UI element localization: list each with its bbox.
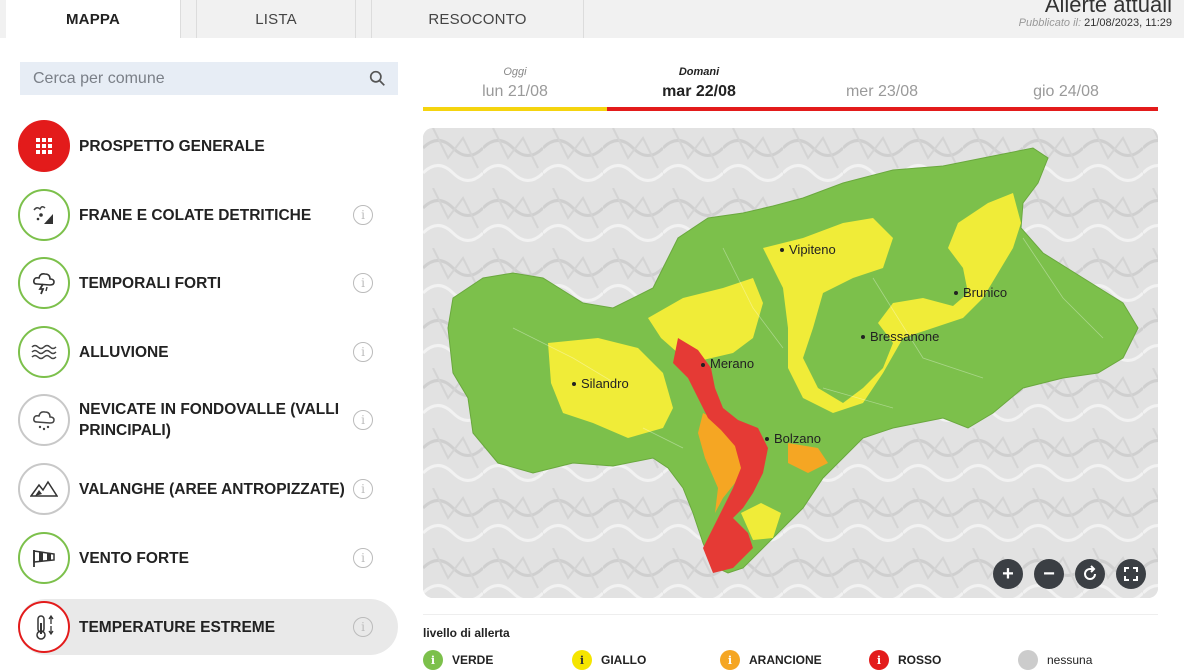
info-icon: i	[720, 650, 740, 670]
day-tab-thu[interactable]: gio 24/08	[976, 66, 1156, 101]
avalanche-icon	[18, 463, 70, 515]
day-level-bar-tomorrow	[607, 107, 791, 111]
category-label: ALLUVIONE	[79, 343, 169, 361]
grid-icon	[18, 120, 70, 172]
legend-title: livello di allerta	[423, 626, 510, 640]
place-label: Silandro	[581, 376, 629, 391]
thunderstorm-icon	[18, 257, 70, 309]
tab-resoconto[interactable]: RESOCONTO	[371, 0, 584, 38]
top-bar: MAPPA LISTA RESOCONTO	[0, 0, 1184, 38]
legend-item-rosso: i ROSSO	[869, 650, 941, 670]
day-level-bar-wed	[791, 107, 975, 111]
info-icon: i	[572, 650, 592, 670]
day-tab-today[interactable]: Oggi lun 21/08	[425, 66, 605, 101]
day-date: mar 22/08	[662, 83, 736, 100]
category-vento[interactable]: VENTO FORTE i	[18, 530, 398, 586]
place-label: Brunico	[963, 285, 1007, 300]
place-label: Merano	[710, 356, 754, 371]
day-sub-label	[792, 66, 972, 80]
published-label: Pubblicato il:	[1018, 17, 1082, 29]
landslide-icon	[18, 189, 70, 241]
category-label: VALANGHE (AREE ANTROPIZZATE)	[79, 480, 345, 498]
legend-item-giallo: i GIALLO	[572, 650, 646, 670]
day-date: lun 21/08	[482, 83, 548, 100]
zoom-in-icon[interactable]: +	[993, 559, 1023, 589]
map-canvas: Vipiteno Brunico Bressanone Merano Silan…	[423, 128, 1158, 598]
legend-item-nessuna: nessuna	[1018, 650, 1092, 670]
published-value: 21/08/2023, 11:29	[1084, 17, 1172, 29]
category-temporali[interactable]: TEMPORALI FORTI i	[18, 255, 398, 311]
info-icon[interactable]: i	[353, 205, 373, 225]
legend-label: ROSSO	[898, 653, 942, 667]
none-icon	[1018, 650, 1038, 670]
thermometer-icon	[18, 601, 70, 653]
flood-icon	[18, 326, 70, 378]
snowfall-icon	[18, 394, 70, 446]
category-nevicate[interactable]: NEVICATE IN FONDOVALLE (VALLI PRINCIPALI…	[18, 392, 398, 448]
legend-label: GIALLO	[601, 653, 647, 667]
day-sub-label: Domani	[678, 66, 720, 78]
day-sub-label: Oggi	[503, 66, 527, 78]
place-label: Bressanone	[870, 329, 939, 344]
category-alluvione[interactable]: ALLUVIONE i	[18, 324, 398, 380]
category-temperature[interactable]: TEMPERATURE ESTREME i	[18, 599, 398, 655]
legend-label: ARANCIONE	[749, 653, 822, 667]
category-label: TEMPERATURE ESTREME	[79, 618, 276, 636]
category-valanghe[interactable]: VALANGHE (AREE ANTROPIZZATE) i	[18, 461, 398, 517]
info-icon[interactable]: i	[353, 273, 373, 293]
category-prospetto-generale[interactable]: PROSPETTO GENERALE	[18, 118, 398, 174]
info-icon[interactable]: i	[353, 410, 373, 430]
legend-label: nessuna	[1047, 653, 1093, 667]
fullscreen-icon[interactable]	[1116, 559, 1146, 589]
place-label: Vipiteno	[789, 242, 836, 257]
tab-mappa[interactable]: MAPPA	[6, 0, 181, 38]
alert-map[interactable]: Vipiteno Brunico Bressanone Merano Silan…	[423, 128, 1158, 598]
info-icon[interactable]: i	[353, 617, 373, 637]
info-icon: i	[869, 650, 889, 670]
search-input[interactable]	[20, 62, 398, 95]
reset-icon[interactable]	[1075, 559, 1105, 589]
category-label: VENTO FORTE	[79, 549, 189, 567]
legend-label: VERDE	[452, 653, 494, 667]
day-level-bar-thu	[975, 107, 1158, 111]
day-level-bar-today	[423, 107, 607, 111]
category-label: TEMPORALI FORTI	[79, 274, 222, 292]
search-box	[20, 62, 398, 95]
windsock-icon	[18, 532, 70, 584]
info-icon[interactable]: i	[353, 548, 373, 568]
tab-lista[interactable]: LISTA	[196, 0, 356, 38]
info-icon: i	[423, 650, 443, 670]
day-tab-tomorrow[interactable]: Domani mar 22/08	[609, 66, 789, 101]
place-label: Bolzano	[774, 431, 821, 446]
day-date: mer 23/08	[845, 83, 919, 100]
category-frane[interactable]: FRANE E COLATE DETRITICHE i	[18, 187, 398, 243]
info-icon[interactable]: i	[353, 342, 373, 362]
legend-divider	[423, 614, 1158, 615]
search-icon[interactable]	[369, 70, 386, 87]
legend-item-verde: i VERDE	[423, 650, 493, 670]
day-tab-wed[interactable]: mer 23/08	[792, 66, 972, 101]
day-date: gio 24/08	[1033, 83, 1099, 100]
published-info: Pubblicato il: 21/08/2023, 11:29	[1019, 17, 1172, 29]
category-label: NEVICATE IN FONDOVALLE (VALLI PRINCIPALI…	[79, 401, 340, 439]
page-title: Allerte attuali	[1044, 0, 1172, 17]
category-label: PROSPETTO GENERALE	[79, 137, 265, 155]
legend-item-arancione: i ARANCIONE	[720, 650, 822, 670]
info-icon[interactable]: i	[353, 479, 373, 499]
zoom-out-icon[interactable]: −	[1034, 559, 1064, 589]
day-sub-label	[976, 66, 1156, 80]
category-label: FRANE E COLATE DETRITICHE	[79, 206, 312, 224]
